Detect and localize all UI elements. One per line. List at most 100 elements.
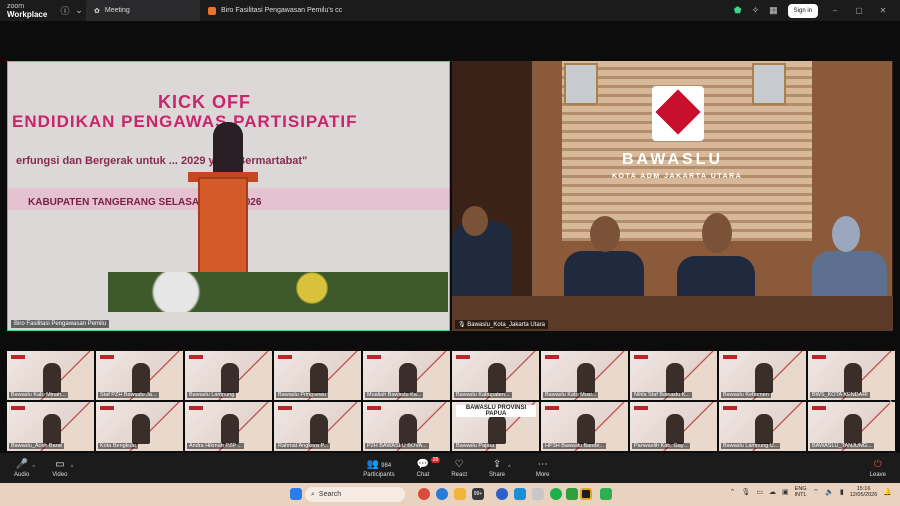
folder-icon[interactable]: [454, 488, 466, 500]
portrait-left: [564, 63, 598, 105]
browser-icon[interactable]: [418, 488, 430, 500]
participant-figure: [577, 363, 595, 393]
participant-tile[interactable]: Bawaslu_Aceh Barat: [7, 402, 94, 451]
mic-icon[interactable]: 🎙: [742, 488, 751, 496]
bawaslu-mini-logo-icon: [367, 406, 381, 410]
volume-icon[interactable]: 🔈: [825, 488, 834, 496]
participant-tile[interactable]: Bawaslu Kab. Musi...: [541, 351, 628, 400]
participant-name: Bawaslu Lampung U...: [721, 443, 781, 449]
brand-line2: Workplace: [7, 9, 48, 19]
cloud-icon[interactable]: ☁: [769, 488, 776, 496]
clock[interactable]: 15:16 12/05/2026: [850, 486, 878, 498]
whatsapp-icon[interactable]: [550, 488, 562, 500]
edge-icon[interactable]: [436, 488, 448, 500]
notepad-icon[interactable]: [532, 488, 544, 500]
participant-name: Bawaslu Kebumen: [721, 392, 771, 398]
info-icon[interactable]: ⓘ: [58, 4, 72, 18]
participant-tile[interactable]: Nihla Staf Bawaslu K...: [630, 351, 717, 400]
sticky-notes-icon[interactable]: [580, 488, 592, 500]
participants-button[interactable]: 👥 984 Participants: [363, 459, 394, 478]
outlook-icon[interactable]: [514, 488, 526, 500]
bawaslu-sign-subtitle: KOTA ADM JAKARTA UTARA: [612, 173, 743, 180]
chevron-down-icon[interactable]: ⌄: [72, 4, 86, 18]
participants-icon: 👥 984: [366, 458, 392, 470]
share-button[interactable]: ⇪ Share: [489, 459, 505, 478]
participant-tile[interactable]: Bawaslu Lampung: [185, 351, 272, 400]
participant-figure: [43, 363, 61, 393]
maximize-icon[interactable]: ▢: [852, 6, 866, 15]
participant-tile[interactable]: Panwaslih Kab. Gay...: [630, 402, 717, 451]
battery-icon[interactable]: ▭: [756, 488, 763, 496]
person-4-head: [832, 216, 860, 252]
tab-meeting[interactable]: ✿ Meeting: [86, 0, 200, 21]
monitor-icon[interactable]: ▣: [782, 488, 789, 496]
bawaslu-mini-logo-icon: [189, 355, 203, 359]
video-caret-icon[interactable]: ^: [70, 465, 73, 471]
participant-figure: [488, 363, 506, 393]
participant-name: Nihla Staf Bawaslu K...: [632, 392, 692, 398]
chat-badge: 28: [430, 456, 441, 463]
video-name-label: Biro Fasilitasi Pengawasan Pemilu: [11, 320, 110, 328]
sparkle-icon[interactable]: ✧: [752, 5, 760, 16]
bawaslu-mini-logo-icon: [723, 406, 737, 410]
zoom-taskbar-icon[interactable]: [496, 488, 508, 500]
video-bawaslu-jakarta-utara[interactable]: BAWASLU KOTA ADM JAKARTA UTARA 🎙 Bawaslu…: [452, 61, 893, 331]
participant-tile[interactable]: BAWASLU PROVINSI PAPUA Bawaslu Papua: [452, 402, 539, 451]
audio-caret-icon[interactable]: ^: [32, 465, 35, 471]
leave-icon: ⏻: [873, 458, 882, 470]
participant-tile[interactable]: Kota Bengkulu: [96, 402, 183, 451]
participant-tile[interactable]: Bawaslu Kab. Minah...: [7, 351, 94, 400]
participant-tile[interactable]: Bawaslu Kabupaten...: [452, 351, 539, 400]
video-button[interactable]: ▭ Video: [52, 459, 67, 478]
participant-tile[interactable]: Bawaslu Lampung U...: [719, 402, 806, 451]
participant-name: P2H BAWASLU BOVA...: [365, 443, 429, 449]
participant-figure: [755, 363, 773, 393]
gallery-next-icon[interactable]: ›: [889, 396, 892, 406]
participant-tile[interactable]: Staf PZH Bawaslu Ja...: [96, 351, 183, 400]
share-label: Share: [489, 471, 506, 478]
more-button[interactable]: ⋯ More: [536, 459, 550, 478]
participant-tile[interactable]: Bawaslu Kebumen: [719, 351, 806, 400]
participant-tile[interactable]: P2H BAWASLU BOVA...: [363, 402, 450, 451]
chevron-up-icon[interactable]: ⌃: [730, 488, 736, 496]
participant-figure: [132, 363, 150, 393]
minimize-icon[interactable]: –: [828, 6, 842, 15]
react-button[interactable]: ♡ React: [451, 459, 467, 478]
chrome-icon[interactable]: [566, 488, 578, 500]
participant-name: Andra Hikmah PZP ...: [187, 443, 245, 449]
participant-tile[interactable]: Andra Hikmah PZP ...: [185, 402, 272, 451]
taskbar-search[interactable]: ⌕ Search: [305, 487, 405, 502]
leave-button[interactable]: ⏻ Leave: [870, 459, 886, 478]
tab-biro-fasilitasi[interactable]: Biro Fasilitasi Pengawasan Pemilu's cc: [200, 0, 370, 21]
participant-tile[interactable]: Bawaslu Pringsewu: [274, 351, 361, 400]
video-biro-fasilitasi[interactable]: KICK OFF ENDIDIKAN PENGAWAS PARTISIPATIF…: [7, 61, 450, 331]
participant-tile[interactable]: HP3H Bawaslu Bande...: [541, 402, 628, 451]
spreadsheet-icon[interactable]: [600, 488, 612, 500]
sign-in-button[interactable]: Sign in: [787, 3, 818, 18]
mic-muted-icon: 🎤: [15, 458, 28, 470]
wifi-icon[interactable]: ⌔: [813, 488, 820, 497]
banner-title: KICK OFF: [158, 92, 251, 112]
battery-status-icon[interactable]: ▮: [840, 488, 844, 496]
start-icon[interactable]: [290, 488, 302, 500]
bell-icon[interactable]: 🔔: [883, 488, 892, 496]
participant-tile[interactable]: BWS_KOTA KENDARI: [808, 351, 895, 400]
grid-icon[interactable]: ▦: [769, 5, 778, 16]
chat-button[interactable]: 💬 28 Chat: [417, 456, 441, 478]
participant-name: Bawaslu Kab. Musi...: [543, 392, 599, 398]
participant-name: Kota Bengkulu: [98, 443, 138, 449]
audio-button[interactable]: 🎤 Audio: [14, 459, 29, 478]
share-caret-icon[interactable]: ^: [508, 465, 511, 471]
participant-tile[interactable]: Mualiah Bawaslu Ka...: [363, 351, 450, 400]
participant-figure: [132, 414, 150, 444]
leave-label: Leave: [869, 471, 886, 478]
participant-tile[interactable]: Rahmat Angkara P...: [274, 402, 361, 451]
shield-icon[interactable]: ⬟: [734, 5, 742, 16]
audio-control: 🎤 Audio ^: [14, 459, 38, 478]
participant-tile[interactable]: BAWASLU_TANJUNG...: [808, 402, 895, 451]
language-indicator[interactable]: ENG INTL: [795, 486, 807, 498]
close-icon[interactable]: ✕: [876, 6, 890, 15]
notification-badge-icon[interactable]: 99+: [472, 488, 484, 500]
search-icon: ⌕: [311, 490, 315, 498]
speaker-figure: [213, 122, 243, 177]
